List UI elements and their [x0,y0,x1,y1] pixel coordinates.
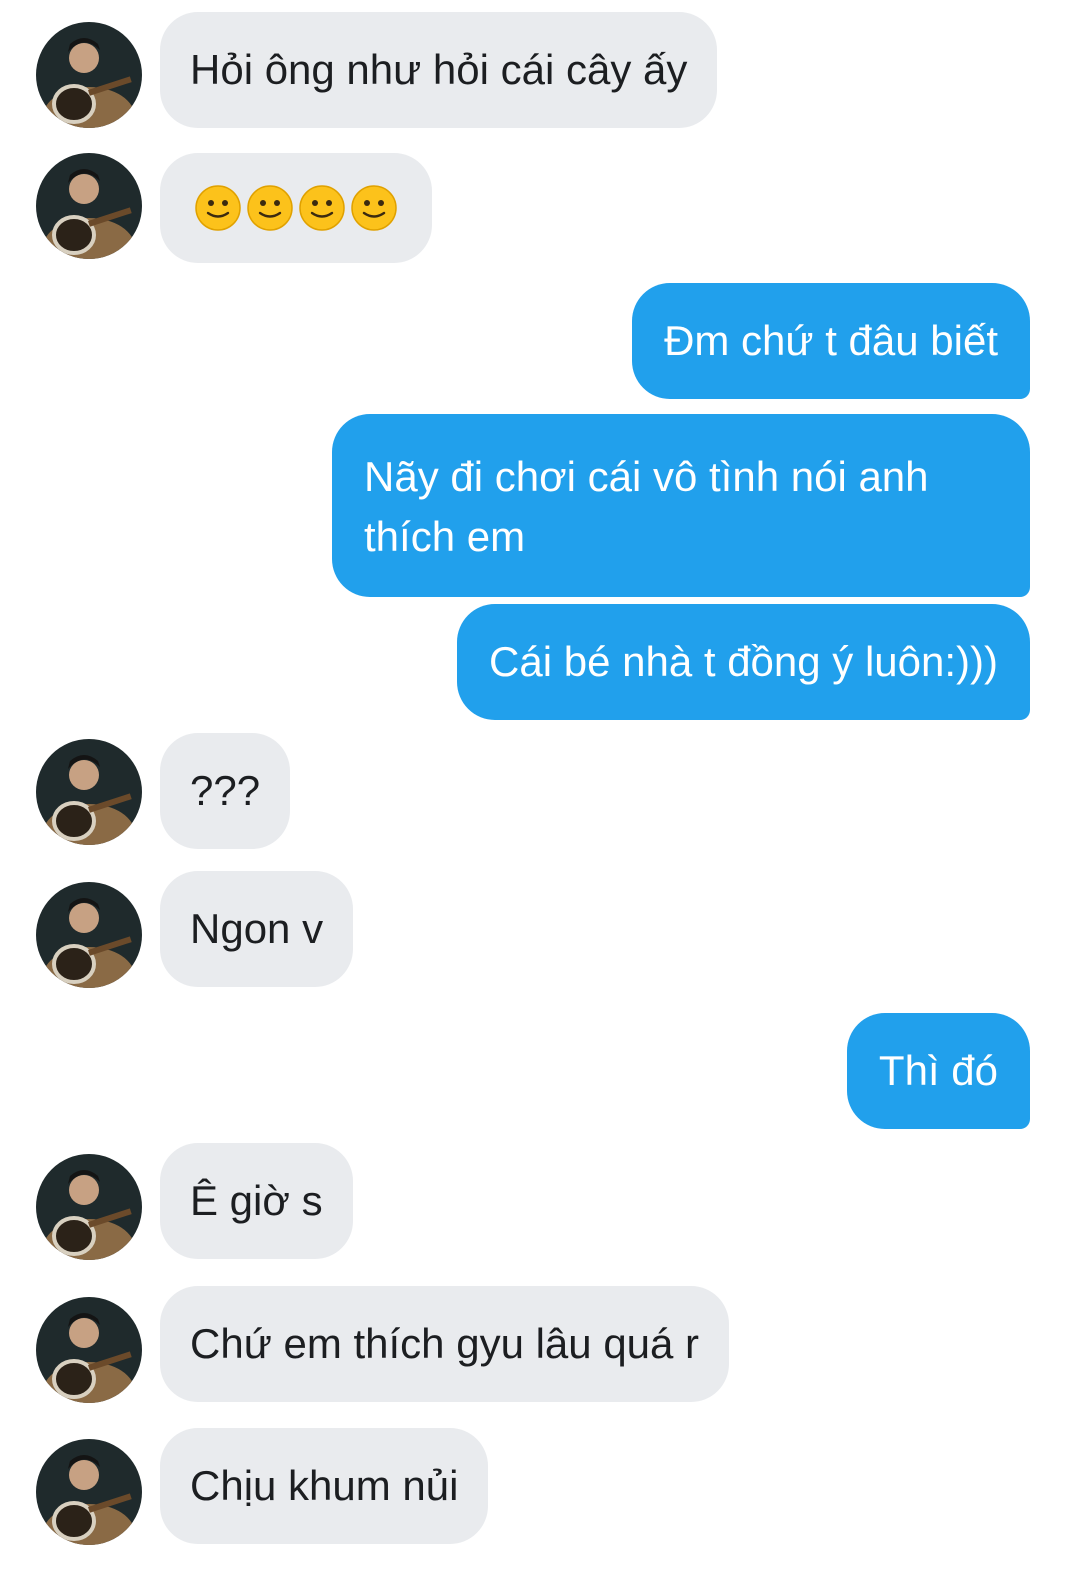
contact-avatar[interactable] [36,1297,142,1403]
incoming-message-bubble: Ngon v [160,871,354,987]
contact-avatar[interactable] [36,1439,142,1545]
contact-avatar[interactable] [36,22,142,128]
slightly-smiling-face-icon [246,184,294,232]
incoming-message-bubble: Hỏi ông như hỏi cái cây ấy [160,12,718,128]
incoming-message-bubble: Chứ em thích gyu lâu quá r [160,1286,730,1402]
incoming-message-bubble: Ê giờ s [160,1143,353,1259]
incoming-message-bubble: ??? [160,733,291,849]
avatar-image [36,882,142,988]
avatar-image [36,1297,142,1403]
avatar-image [36,1439,142,1545]
avatar-image [36,739,142,845]
outgoing-message-bubble: Thì đó [846,1013,1030,1129]
incoming-emoji-bubble [160,153,432,263]
incoming-message-bubble: Chịu khum nủi [160,1428,489,1544]
avatar-image [36,1154,142,1260]
message-thread[interactable]: Hỏi ông như hỏi cái cây ấy Đm chứ t đâu … [0,0,1080,1588]
slightly-smiling-face-icon [194,184,242,232]
avatar-image [36,153,142,259]
contact-avatar[interactable] [36,882,142,988]
contact-avatar[interactable] [36,1154,142,1260]
slightly-smiling-face-icon [350,184,398,232]
outgoing-message-bubble: Đm chứ t đâu biết [632,283,1030,399]
slightly-smiling-face-icon [298,184,346,232]
avatar-image [36,22,142,128]
contact-avatar[interactable] [36,153,142,259]
outgoing-message-bubble: Nãy đi chơi cái vô tình nói anh thích em [332,414,1030,597]
contact-avatar[interactable] [36,739,142,845]
outgoing-message-bubble: Cái bé nhà t đồng ý luôn:))) [457,604,1030,720]
